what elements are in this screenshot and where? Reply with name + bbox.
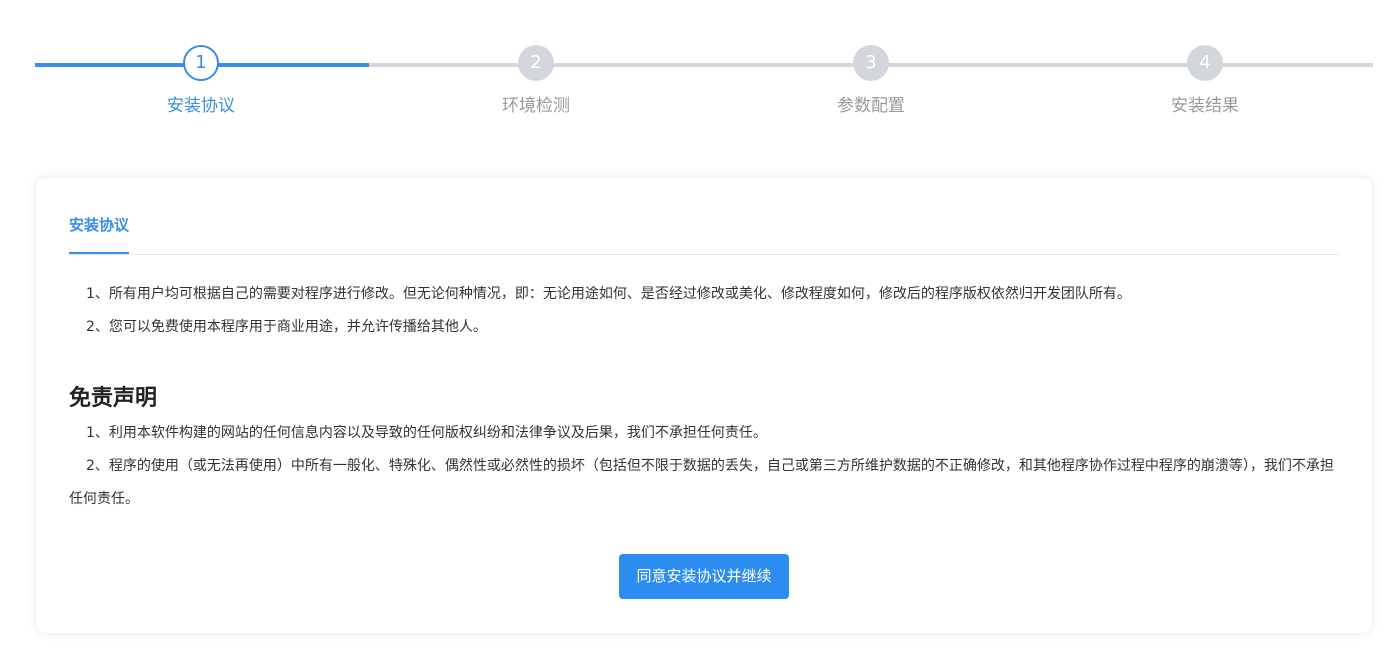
step-1-label: 安装协议: [167, 96, 235, 116]
step-2: 2 环境检测: [436, 44, 636, 116]
step-2-label: 环境检测: [502, 96, 570, 116]
agreement-clause-1: 1、所有用户均可根据自己的需要对程序进行修改。但无论何种情况，即：无论用途如何、…: [86, 286, 1131, 302]
disclaimer-clause-2: 2、程序的使用（或无法再使用）中所有一般化、特殊化、偶然性或必然性的损坏（包括但…: [69, 458, 1334, 507]
disclaimer-title: 免责声明: [69, 386, 158, 411]
step-4-number: 4: [1187, 45, 1223, 81]
step-2-number: 2: [518, 45, 554, 81]
step-4: 4 安装结果: [1105, 44, 1305, 116]
step-3-number: 3: [853, 45, 889, 81]
agree-continue-button[interactable]: 同意安装协议并继续: [619, 554, 789, 599]
tab-agreement[interactable]: 安装协议: [69, 214, 130, 254]
step-1-number: 1: [183, 45, 219, 81]
agreement-clause-2: 2、您可以免费使用本程序用于商业用途，并允许传播给其他人。: [86, 319, 487, 335]
install-steps: 1 安装协议 2 环境检测 3 参数配置 4 安装结果: [35, 44, 1373, 124]
step-1: 1 安装协议: [101, 44, 301, 116]
step-4-label: 安装结果: [1171, 96, 1239, 116]
agreement-content: 1、所有用户均可根据自己的需要对程序进行修改。但无论何种情况，即：无论用途如何、…: [69, 278, 1339, 516]
step-3: 3 参数配置: [771, 44, 971, 116]
tab-bar: 安装协议: [69, 178, 1339, 255]
agreement-card: 安装协议 1、所有用户均可根据自己的需要对程序进行修改。但无论何种情况，即：无论…: [36, 178, 1372, 633]
disclaimer-clause-1: 1、利用本软件构建的网站的任何信息内容以及导致的任何版权纠纷和法律争议及后果，我…: [86, 425, 767, 441]
step-3-label: 参数配置: [837, 96, 905, 116]
